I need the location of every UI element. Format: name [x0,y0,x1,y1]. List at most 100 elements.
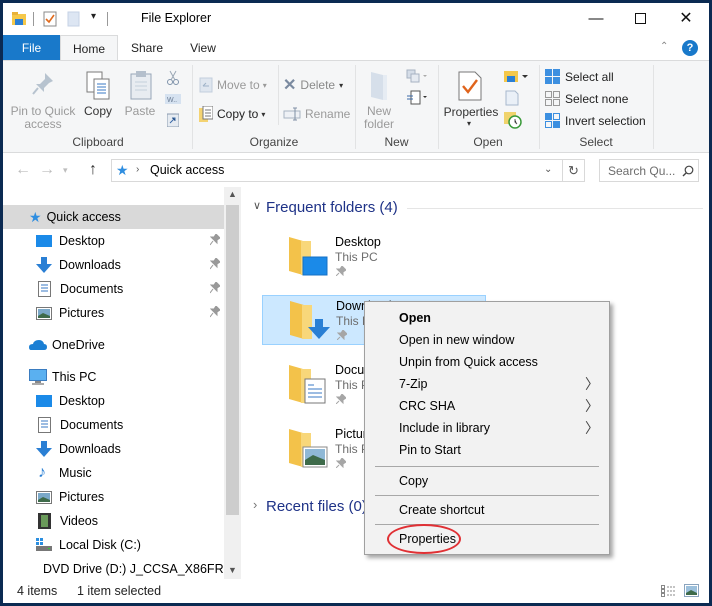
nav-pc-downloads[interactable]: Downloads [3,437,224,461]
new-folder-qat-icon[interactable] [67,11,81,27]
menu-item-7zip[interactable]: 7-Zip 〉 [365,373,609,395]
menu-item-unpin[interactable]: Unpin from Quick access [365,351,609,373]
large-icons-view-icon[interactable] [684,584,699,597]
maximize-button[interactable] [617,3,663,33]
properties-button[interactable]: Properties ▾ [443,69,499,131]
expand-chevron-icon[interactable]: › [253,497,257,512]
local-disk-icon [36,538,52,551]
scroll-up-icon[interactable]: ▲ [228,189,237,199]
details-view-icon[interactable] [661,585,677,597]
tab-file[interactable]: File [3,35,60,61]
menu-item-open[interactable]: Open [365,307,609,329]
back-button[interactable]: ← [15,161,31,179]
breadcrumb-quick-access[interactable]: Quick access [150,163,224,177]
address-bar[interactable]: ★ › Quick access ⌄ [111,159,563,182]
ribbon-subdivider [278,65,279,125]
copy-icon [86,71,110,100]
new-folder-label-line1: New [366,104,391,118]
desktop-icon [36,395,52,407]
nav-quick-documents[interactable]: Documents [3,277,224,301]
new-folder-button[interactable]: New folder [361,69,397,131]
nav-quick-downloads[interactable]: Downloads [3,253,224,277]
tab-share[interactable]: Share [123,35,171,61]
close-button[interactable]: ✕ [663,3,709,33]
refresh-button[interactable]: ↻ [563,159,585,182]
pin-to-quick-access-button[interactable]: Pin to Quick access [9,69,77,131]
nav-pc-music[interactable]: ♪ Music [3,461,224,485]
menu-item-crc-sha[interactable]: CRC SHA 〉 [365,395,609,417]
nav-quick-pictures[interactable]: Pictures [3,301,224,325]
open-folder-icon[interactable] [503,68,531,84]
menu-item-include-in-library[interactable]: Include in library 〉 [365,417,609,439]
nav-onedrive[interactable]: OneDrive [3,333,224,357]
history-icon[interactable] [504,111,522,129]
address-dropdown-icon[interactable]: ⌄ [544,164,552,175]
nav-pc-dvd-drive[interactable]: DVD Drive (D:) J_CCSA_X86FRE_E [3,557,241,579]
search-box[interactable]: Search Qu... [599,159,699,182]
help-icon[interactable]: ? [682,40,698,56]
organize-group-label: Organize [249,135,299,149]
tab-view[interactable]: View [181,35,225,61]
menu-item-pin-to-start[interactable]: Pin to Start [365,439,609,461]
menu-item-create-shortcut[interactable]: Create shortcut [365,499,609,521]
nav-pc-documents[interactable]: Documents [3,413,224,437]
select-all-button[interactable]: Select all [545,68,614,86]
menu-item-label: CRC SHA [399,399,456,413]
minimize-button[interactable]: — [573,3,619,33]
pin-icon[interactable] [210,306,220,318]
menu-item-copy[interactable]: Copy [365,470,609,492]
nav-quick-access[interactable]: ★ Quick access [3,205,224,229]
select-none-button[interactable]: Select none [545,90,628,108]
collapse-ribbon-icon[interactable]: ⌃ [660,41,668,52]
recent-files-header[interactable]: Recent files (0) [266,498,367,515]
paste-shortcut-icon[interactable] [167,113,179,127]
recent-locations-button[interactable]: ▾ [63,165,68,176]
up-button[interactable]: ↑ [89,161,97,179]
nav-label: OneDrive [52,338,105,352]
copy-to-button[interactable]: Copy to ▾ [199,104,265,124]
nav-label: Documents [60,418,124,432]
edit-icon[interactable] [505,90,519,106]
nav-pc-pictures[interactable]: Pictures [3,485,224,509]
copy-path-icon[interactable]: W.. [165,94,181,104]
file-explorer-window: ▾ File Explorer — ✕ File Home Share View… [3,3,709,603]
videos-icon [38,513,51,529]
documents-icon [38,281,51,297]
pin-icon[interactable] [210,282,220,294]
move-to-button[interactable]: Move to ▾ [199,75,267,95]
new-item-icon[interactable] [406,69,428,85]
forward-button[interactable]: → [39,161,55,179]
rename-button[interactable]: Rename [283,104,350,124]
frequent-folders-header[interactable]: Frequent folders (4) [266,199,398,216]
nav-label: Downloads [59,442,121,456]
nav-pc-videos[interactable]: Videos [3,509,224,533]
select-all-label: Select all [565,70,614,84]
cut-icon[interactable] [166,70,180,86]
submenu-arrow-icon: 〉 [585,398,599,414]
nav-pc-local-disk[interactable]: Local Disk (C:) [3,533,224,557]
invert-selection-button[interactable]: Invert selection [545,112,646,130]
scroll-down-icon[interactable]: ▼ [228,565,237,575]
music-icon: ♪ [38,464,46,481]
nav-scrollbar[interactable]: ▲ ▼ [224,187,241,579]
folder-tile[interactable]: Desktop This PC [261,231,485,281]
pin-icon[interactable] [210,234,220,246]
delete-button[interactable]: ✕ Delete ▾ [283,75,343,95]
submenu-arrow-icon: 〉 [585,420,599,436]
pin-icon[interactable] [210,258,220,270]
this-pc-icon [29,369,47,385]
menu-item-open-new-window[interactable]: Open in new window [365,329,609,351]
nav-pc-desktop[interactable]: Desktop [3,389,224,413]
easy-access-icon[interactable] [406,90,428,106]
tab-home[interactable]: Home [60,35,118,62]
copy-button[interactable]: Copy [81,69,115,121]
customize-qat-dropdown-icon[interactable]: ▾ [91,11,96,22]
nav-this-pc[interactable]: This PC [3,365,224,389]
properties-qat-icon[interactable] [43,11,57,27]
nav-quick-desktop[interactable]: Desktop [3,229,224,253]
scrollbar-thumb[interactable] [226,205,239,515]
collapse-chevron-icon[interactable]: ∨ [253,199,261,212]
nav-label: Desktop [59,394,105,408]
nav-label: Desktop [59,234,105,248]
paste-button[interactable]: Paste [123,69,157,121]
